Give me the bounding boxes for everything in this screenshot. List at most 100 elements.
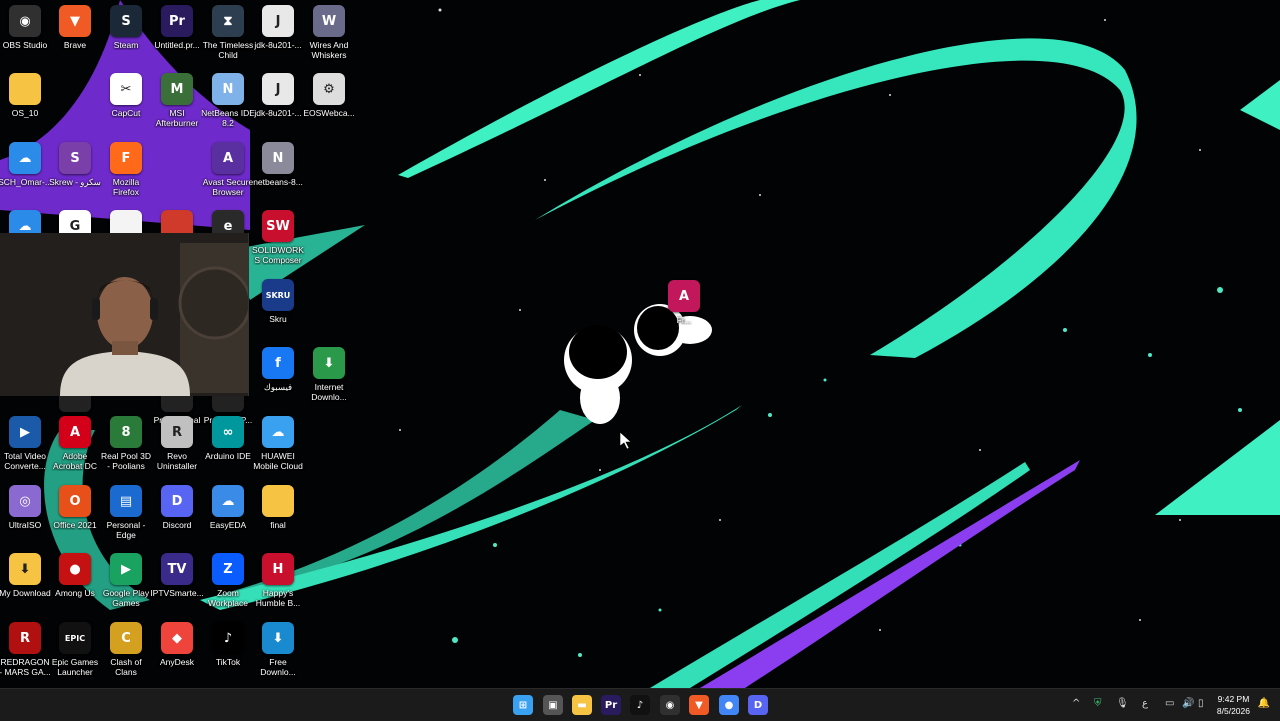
desktop-icon[interactable]: ⬇ Free Downlo...: [253, 622, 303, 690]
taskbar-tiktok-icon[interactable]: ♪: [630, 695, 650, 715]
desktop-icon[interactable]: Nnetbeans-8...: [253, 142, 303, 210]
network-icon[interactable]: ▭: [1165, 698, 1174, 709]
desktop-icon[interactable]: SW SOLIDWORKS Composer ...: [252, 210, 304, 278]
desktop-icon[interactable]: SKRU Skru: [253, 279, 303, 347]
taskbar-brave-icon[interactable]: ▼: [689, 695, 709, 715]
notification-bell-icon[interactable]: 🔔: [1258, 698, 1270, 709]
desktop-icon[interactable]: ☁ SCH_Omar-...: [0, 142, 52, 210]
desktop-icon[interactable]: OS_10: [0, 73, 50, 141]
desktop-icon[interactable]: f فيسبوك: [253, 347, 303, 415]
desktop-icon[interactable]: W Wires And Whiskers: [304, 5, 354, 73]
shield-icon[interactable]: ⛨: [1094, 698, 1102, 709]
desktop-icon-label: Discord: [162, 520, 192, 530]
microphone-icon[interactable]: 🎙: [1116, 698, 1129, 709]
desktop-icon[interactable]: Pr Untitled.pr...: [152, 5, 202, 73]
clock-time: 9:42 PM: [1217, 694, 1250, 704]
desktop-icon[interactable]: ⬇ My Download: [0, 553, 51, 621]
desktop-icon[interactable]: ⚙ EOSWebca...: [303, 73, 355, 141]
desktop-icon[interactable]: ☁ HUAWEI Mobile Cloud: [253, 416, 303, 484]
taskbar-premiere-icon[interactable]: Pr: [601, 695, 621, 715]
desktop-icon[interactable]: ✂ CapCut: [101, 73, 151, 141]
app-icon: ⚙: [313, 73, 345, 105]
desktop-icon[interactable]: TV IPTVSmarte...: [150, 553, 204, 621]
desktop-icon[interactable]: N NetBeans IDE 8.2: [201, 73, 255, 141]
app-icon: H: [262, 553, 294, 585]
desktop-icon-label: EOSWebca...: [303, 108, 355, 118]
desktop-icon[interactable]: F Mozilla Firefox: [101, 142, 151, 210]
desktop-icon[interactable]: ▼ Brave: [50, 5, 100, 73]
desktop-icon-label: HUAWEI Mobile Cloud: [253, 451, 303, 471]
app-icon: ◎: [9, 485, 41, 517]
desktop-icon[interactable]: ▶ Google Play Games: [101, 553, 151, 621]
app-icon: N: [212, 73, 244, 105]
desktop-icon[interactable]: Jjdk-8u201-...: [253, 73, 303, 141]
app-icon: SW: [262, 210, 294, 242]
desktop-icon[interactable]: A Adobe Acrobat DC: [50, 416, 100, 484]
desktop-icon-label: Arduino IDE: [205, 451, 251, 461]
app-icon: R: [161, 416, 193, 448]
desktop-icon[interactable]: C Clash of Clans: [101, 622, 151, 690]
desktop-icon-label: EasyEDA: [209, 520, 247, 530]
clock[interactable]: 9:42 PM 8/5/2026: [1217, 693, 1250, 717]
desktop-icon[interactable]: D Discord: [152, 485, 202, 553]
desktop-icon-label: The Timeless Child: [202, 40, 254, 60]
app-icon: S: [59, 142, 91, 174]
desktop-icon[interactable]: ◆ AnyDesk: [152, 622, 202, 690]
desktop-icon[interactable]: Z Zoom Workplace: [203, 553, 253, 621]
battery-icon[interactable]: ▯: [1198, 698, 1204, 709]
app-icon: ◉: [9, 5, 41, 37]
app-icon: ∞: [212, 416, 244, 448]
desktop-icon[interactable]: ♪ TikTok: [203, 622, 253, 690]
desktop-icon-label: Avast Secure Browser: [202, 177, 254, 197]
desktop-icon[interactable]: 8 Real Pool 3D - Poolians: [101, 416, 151, 484]
app-icon: A: [59, 416, 91, 448]
app-icon: D: [161, 485, 193, 517]
app-icon: J: [262, 73, 294, 105]
desktop-icon[interactable]: Jjdk-8u201-...: [253, 5, 303, 73]
desktop-icon-label: Skrew - سكرو: [49, 177, 101, 187]
app-icon: [262, 485, 294, 517]
taskbar-chrome-icon[interactable]: ●: [719, 695, 739, 715]
desktop-icon[interactable]: ▶ Total Video Converte...: [0, 416, 50, 484]
desktop-icon[interactable]: M MSI Afterburner: [152, 73, 202, 141]
language-indicator[interactable]: ع: [1142, 698, 1148, 709]
desktop-icon-label: Brave: [63, 40, 87, 50]
desktop-icon[interactable]: EPIC Epic Games Launcher: [50, 622, 100, 690]
desktop-icon[interactable]: O Office 2021: [50, 485, 100, 553]
desktop-icon[interactable]: R Revo Uninstaller: [152, 416, 202, 484]
desktop-icon[interactable]: R REDRAGON - MARS GA...: [0, 622, 51, 690]
desktop-icon-label: Adobe Acrobat DC: [53, 451, 97, 471]
app-icon: ✂: [110, 73, 142, 105]
desktop-icon[interactable]: S Steam: [101, 5, 151, 73]
desktop-icon-label: CapCut: [111, 108, 141, 118]
desktop-icon[interactable]: ◉ OBS Studio: [0, 5, 50, 73]
desktop-icon[interactable]: ⬇ Internet Downlo...: [304, 347, 354, 415]
app-icon: C: [110, 622, 142, 654]
desktop-icon[interactable]: ◎ UltraISO: [0, 485, 50, 553]
desktop-icon-center-app[interactable]: A Fr...: [659, 280, 709, 348]
desktop-icon-label: SOLIDWORKS Composer ...: [252, 245, 304, 265]
desktop-icon-label: Epic Games Launcher: [51, 657, 99, 677]
taskbar-file-explorer-icon[interactable]: ▬: [572, 695, 592, 715]
desktop-icon[interactable]: A Avast Secure Browser: [203, 142, 253, 210]
desktop-icon[interactable]: ● Among Us: [50, 553, 100, 621]
taskbar-obs-icon[interactable]: ◉: [660, 695, 680, 715]
taskbar-discord-icon[interactable]: D: [748, 695, 768, 715]
desktop-icon[interactable]: final: [253, 485, 303, 553]
volume-icon[interactable]: 🔊: [1182, 698, 1194, 709]
desktop-icon[interactable]: ⧗ The Timeless Child: [203, 5, 253, 73]
app-icon: F: [110, 142, 142, 174]
desktop-icon-label: Free Downlo...: [260, 657, 296, 677]
desktop-icon-label: Internet Downlo...: [311, 382, 347, 402]
desktop-icon[interactable]: ▤ Personal - Edge: [101, 485, 151, 553]
desktop-icon-label: Real Pool 3D - Poolians: [100, 451, 152, 471]
desktop-icon[interactable]: S Skrew - سكرو: [49, 142, 101, 210]
app-icon: Pr: [161, 5, 193, 37]
taskbar-task-view-icon[interactable]: ▣: [543, 695, 563, 715]
desktop-icon[interactable]: ☁ EasyEDA: [203, 485, 253, 553]
taskbar-start-icon[interactable]: ⊞: [513, 695, 533, 715]
desktop-icon[interactable]: H Happy's Humble B...: [253, 553, 303, 621]
tray-overflow-chevron-icon[interactable]: ^: [1072, 698, 1080, 709]
desktop-icon-label: Mozilla Firefox: [112, 177, 140, 197]
desktop-icon[interactable]: ∞ Arduino IDE: [203, 416, 253, 484]
